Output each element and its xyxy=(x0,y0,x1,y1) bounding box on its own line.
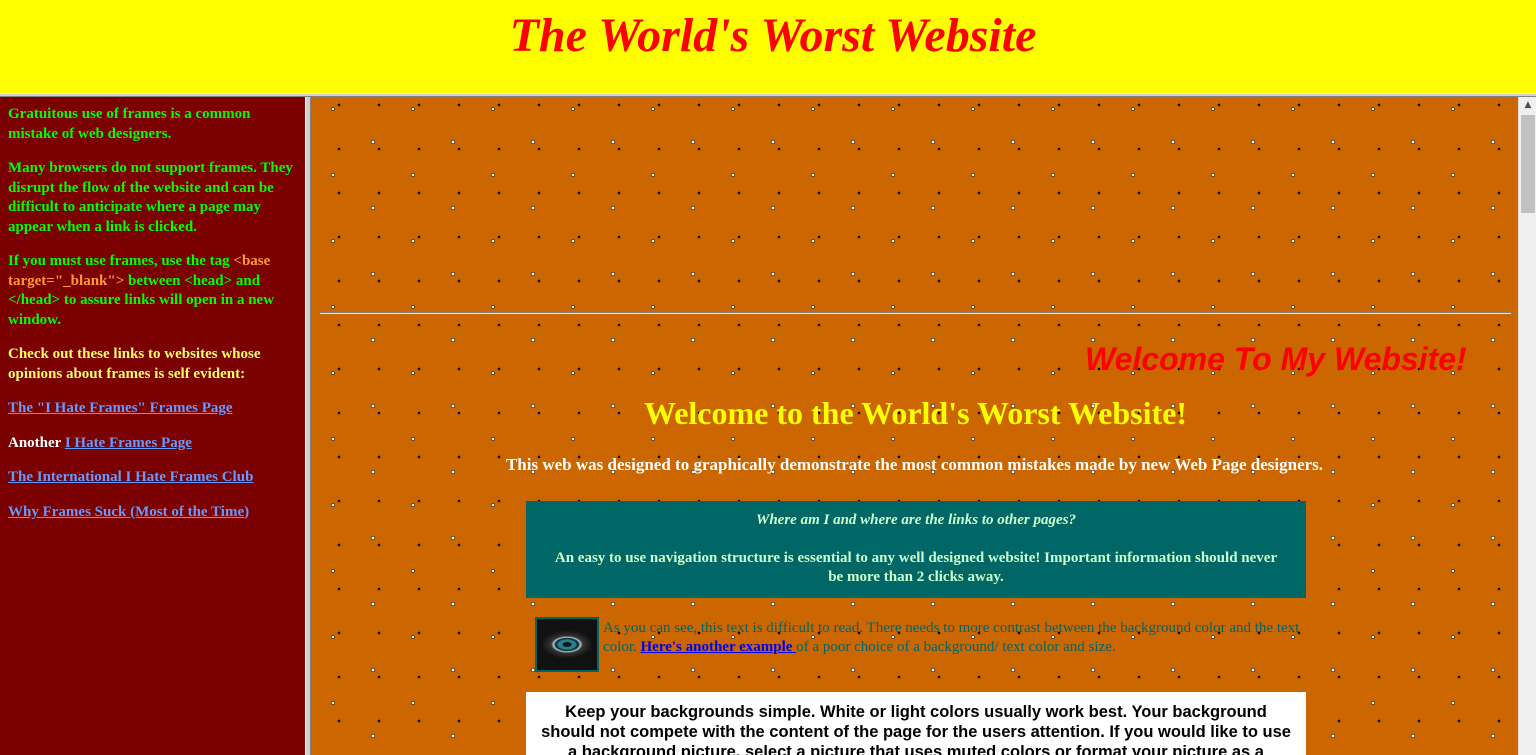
site-title: The World's Worst Website xyxy=(509,9,1037,62)
left-frame: Gratuitous use of frames is a common mis… xyxy=(0,97,305,755)
i-hate-frames-link[interactable]: The "I Hate Frames" Frames Page xyxy=(8,400,233,416)
frames-problem-text: Many browsers do not support frames. The… xyxy=(8,160,293,235)
tip-text-middle: between xyxy=(124,272,185,289)
frames-tip-text: If you must use frames, use the tag <bas… xyxy=(8,252,297,330)
tip-text-start: If you must use frames, use the tag xyxy=(8,253,234,269)
background-advice-box: Keep your backgrounds simple. White or l… xyxy=(526,692,1306,755)
scroll-up-arrow-icon[interactable]: ▲ xyxy=(1519,97,1536,114)
top-frame: The World's Worst Website xyxy=(0,0,1536,93)
intro-text: This web was designed to graphically dem… xyxy=(505,455,1324,474)
international-frames-club-link[interactable]: The International I Hate Frames Club xyxy=(8,469,253,485)
another-example-link[interactable]: Here's another example xyxy=(641,639,797,655)
welcome-marquee: Welcome To My Website! xyxy=(1085,341,1467,377)
main-scrollbar[interactable]: ▲ xyxy=(1518,97,1536,755)
another-i-hate-frames-link[interactable]: I Hate Frames Page xyxy=(65,435,192,451)
main-frame: Welcome To My Website! Welcome to the Wo… xyxy=(311,97,1518,755)
scroll-thumb[interactable] xyxy=(1521,115,1535,213)
why-frames-suck-link[interactable]: Why Frames Suck (Most of the Time) xyxy=(8,504,249,520)
low-contrast-text: As you can see, this text is difficult t… xyxy=(603,619,1303,657)
another-label: Another xyxy=(8,434,65,451)
horizontal-rule xyxy=(320,312,1511,314)
welcome-heading: Welcome to the World's Worst Website! xyxy=(643,395,1188,431)
frames-intro-text: Gratuitous use of frames is a common mis… xyxy=(8,106,251,142)
eye-image xyxy=(535,617,599,672)
links-intro-text: Check out these links to websites whose … xyxy=(8,346,261,382)
navigation-info-box: Where am I and where are the links to ot… xyxy=(526,501,1306,598)
navigation-question: Where am I and where are the links to ot… xyxy=(755,512,1077,528)
navigation-text: An easy to use navigation structure is e… xyxy=(554,550,1278,585)
low-contrast-text-end: of a poor choice of a background/ text c… xyxy=(796,639,1116,655)
